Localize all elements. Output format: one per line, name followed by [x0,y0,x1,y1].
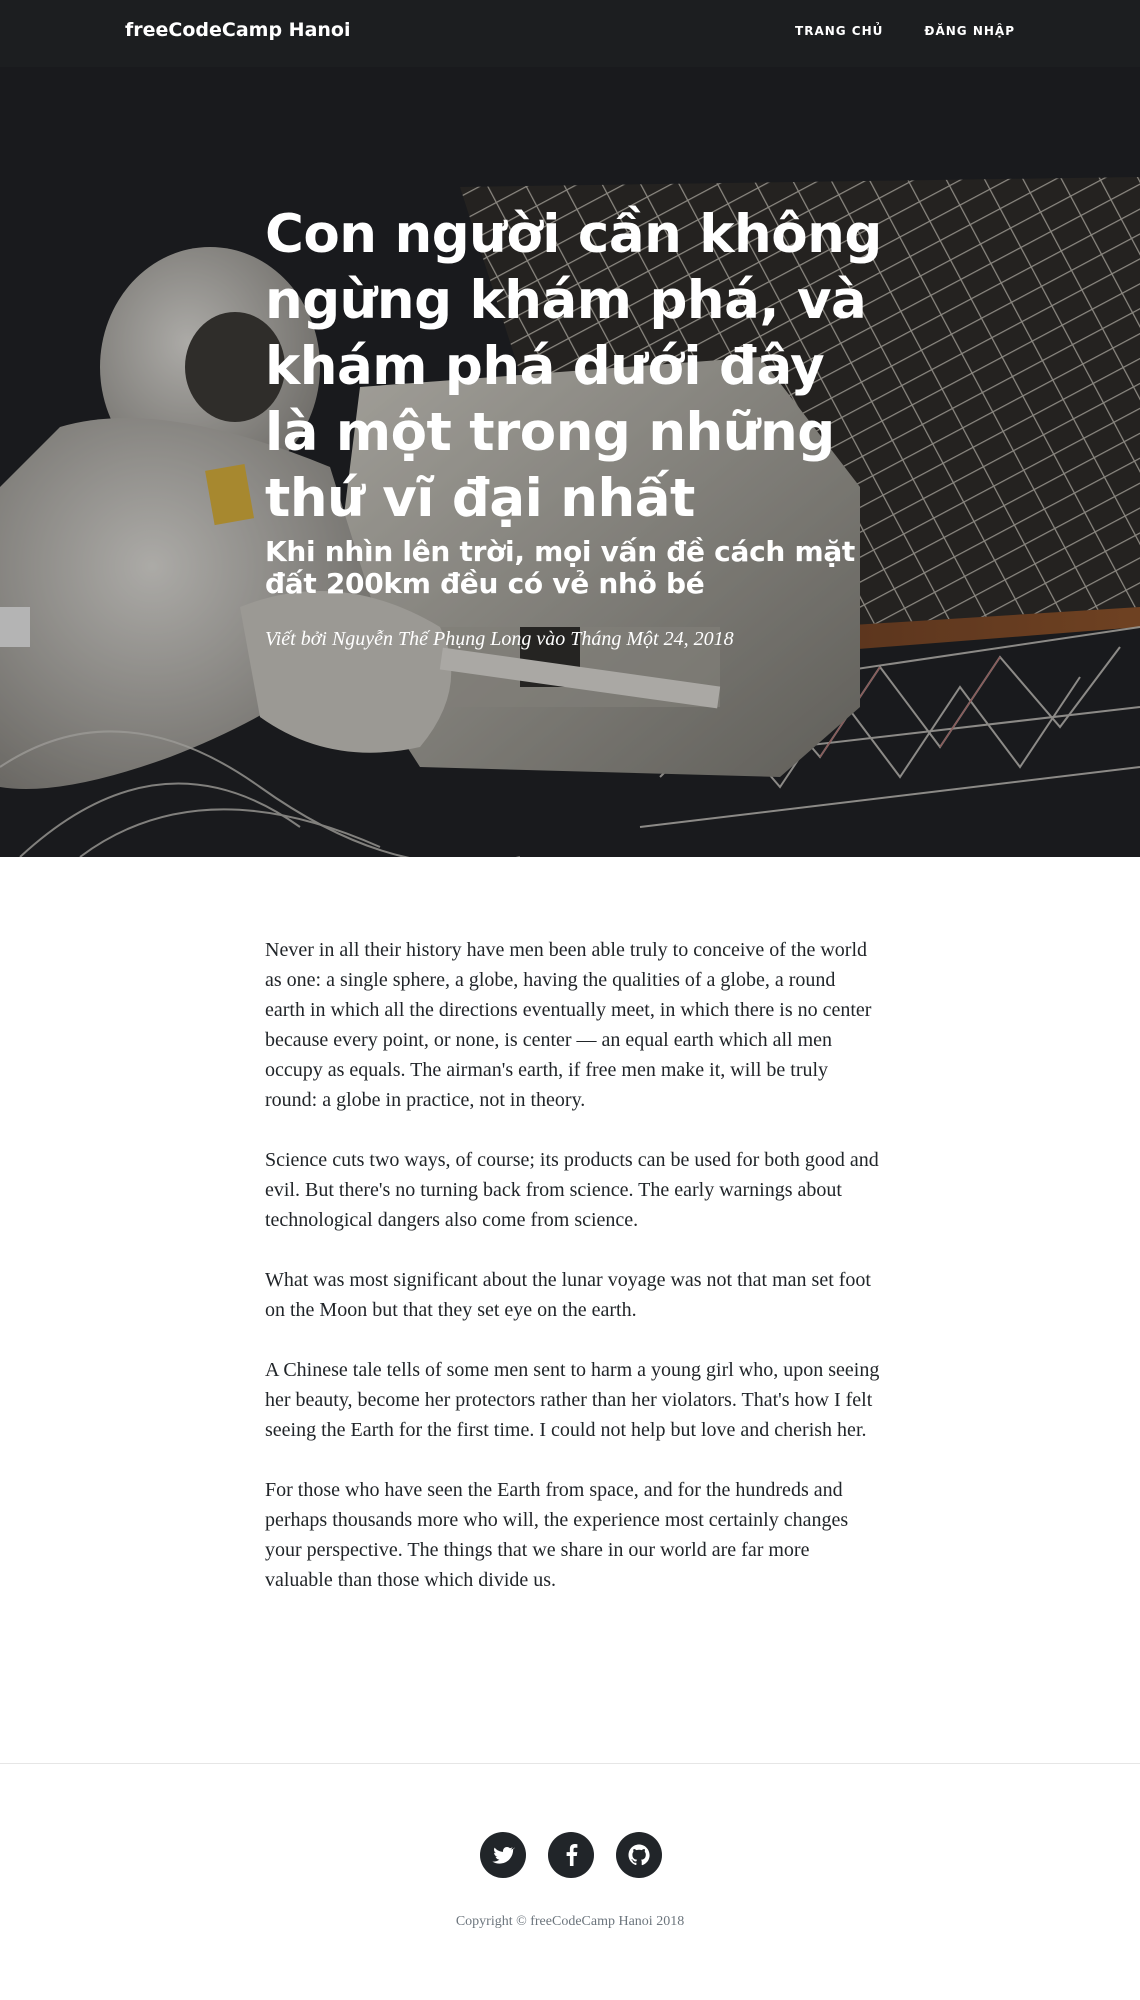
nav-link-home[interactable]: TRANG CHỦ [795,24,883,38]
article-paragraph: For those who have seen the Earth from s… [265,1479,849,1591]
social-links [480,1832,662,1878]
nav-link-login[interactable]: ĐĂNG NHẬP [924,24,1015,38]
github-icon [628,1844,650,1866]
github-link[interactable] [616,1832,662,1878]
article-paragraph: Science cuts two ways, of course; its pr… [265,1149,879,1231]
hero-header: Con người cần không ngừng khám phá, và k… [0,67,1140,857]
hero-heading: Con người cần không ngừng khám phá, và k… [265,202,885,651]
facebook-icon [566,1844,578,1866]
article-body: Never in all their history have men been… [265,935,880,1625]
twitter-icon [492,1847,515,1864]
copyright-text: Copyright © freeCodeCamp Hanoi 2018 [455,1914,685,1929]
article-paragraph: What was most significant about the luna… [265,1269,871,1321]
twitter-link[interactable] [480,1832,526,1878]
article-paragraph: A Chinese tale tells of some men sent to… [265,1359,880,1441]
article-paragraph: Never in all their history have men been… [265,939,872,1111]
post-meta: Viết bởi Nguyễn Thế Phụng Long vào Tháng… [265,628,734,650]
post-title: Con người cần không ngừng khám phá, và k… [265,204,882,529]
facebook-link[interactable] [548,1832,594,1878]
navbar: freeCodeCamp Hanoi TRANG CHỦ ĐĂNG NHẬP [0,0,1140,67]
post-subtitle: Khi nhìn lên trời, mọi vấn đề cách mặt đ… [265,535,855,600]
nav-links: TRANG CHỦ ĐĂNG NHẬP [795,24,1015,38]
footer-divider [0,1763,1140,1764]
brand-logo-link[interactable]: freeCodeCamp Hanoi [125,19,351,41]
